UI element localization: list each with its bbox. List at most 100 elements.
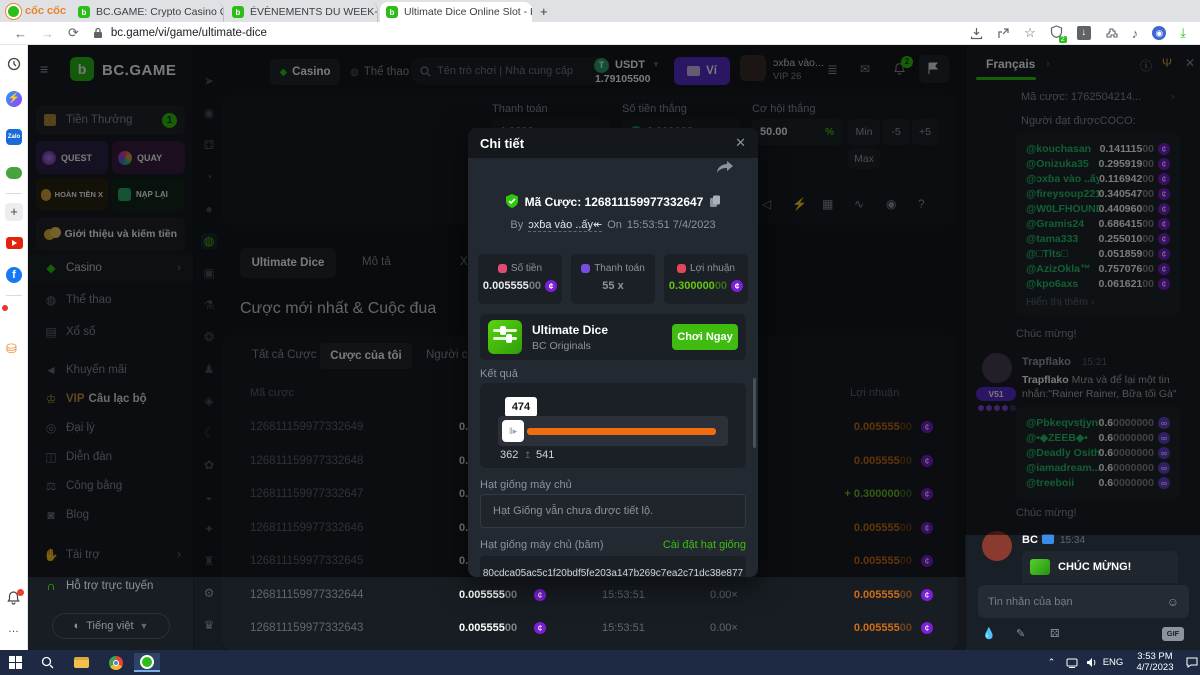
bet-meta-row: By ɔxɓa vào ..ấy↞ On 15:53:51 7/4/2023 <box>468 218 758 232</box>
range-high: 541 <box>536 449 555 461</box>
emoji-icon[interactable]: ☺ <box>1167 595 1179 609</box>
youtube-icon[interactable] <box>6 237 23 249</box>
browser-tab-bar: cốc cốc b BC.GAME: Crypto Casino Gam ✕ b… <box>0 0 1200 22</box>
divider <box>6 193 22 194</box>
bookmark-star-icon[interactable]: ☆ <box>1024 25 1036 41</box>
divider <box>6 295 22 296</box>
game-name: Ultimate Dice <box>532 322 609 337</box>
red-dot-badge <box>17 589 24 596</box>
bot-icon <box>1042 534 1054 544</box>
taskbar-search-icon[interactable] <box>38 653 57 672</box>
chat-input-box[interactable]: ☺ <box>978 585 1189 618</box>
coccoc-brand[interactable]: cốc cốc <box>6 2 66 20</box>
chat-avatar[interactable] <box>982 531 1012 561</box>
facebook-icon[interactable]: f <box>6 267 22 283</box>
bet-amount: 0.00555500 <box>459 588 518 601</box>
congrats-message-card[interactable]: CHÚC MỪNG! <box>1022 551 1178 583</box>
bet-multiplier: 0.00× <box>710 622 738 634</box>
modal-close-icon[interactable]: ✕ <box>735 135 746 151</box>
result-slider-handle[interactable]: ‖▸ <box>502 420 524 442</box>
windows-taskbar: ⌃ ENG 3:53 PM 4/7/2023 <box>0 650 1200 675</box>
seed-hash-box: 80cdca05ac5c1f20bdf5fe203a147b269c7ea2c7… <box>480 556 746 577</box>
bcgame-favicon: b <box>232 6 244 18</box>
congrats-title: CHÚC MỪNG! <box>1058 561 1132 573</box>
new-tab-button[interactable]: + <box>540 4 548 19</box>
rain-drop-icon[interactable]: 💧 <box>982 627 996 640</box>
modal-backdrop[interactable] <box>965 45 1200 535</box>
share-arrow-icon[interactable] <box>716 160 734 174</box>
seed-hash-label: Hạt giống máy chủ (băm) <box>480 539 604 551</box>
music-note-icon[interactable]: ♪ <box>1132 26 1139 41</box>
coccoc-download-icon[interactable]: ⤓ <box>1180 25 1186 41</box>
language-indicator[interactable]: ENG <box>1100 653 1126 672</box>
chat-msg-time: 15:34 <box>1060 535 1086 546</box>
chrome-icon[interactable] <box>106 653 125 672</box>
bet-user-link[interactable]: ɔxɓa vào ..ấy↞ <box>528 218 603 232</box>
bet-id-value: Mã Cược: 126811159977332647 <box>524 194 704 209</box>
gif-button[interactable]: GIF <box>1162 627 1184 641</box>
headset-icon: ∩ <box>46 579 56 593</box>
bet-profit: 0.00555500 <box>853 622 912 634</box>
clock[interactable]: 3:53 PM 4/7/2023 <box>1131 651 1179 674</box>
zalo-icon[interactable]: Zalo <box>6 129 22 145</box>
profile-avatar-icon[interactable]: ◉ <box>1152 26 1167 40</box>
game-shortcut-icon[interactable]: ⚙ <box>201 585 217 601</box>
language-selector[interactable]: ◐ Tiếng việt ▼ <box>52 613 170 639</box>
extensions-puzzle-icon[interactable] <box>1105 27 1118 40</box>
tray-chevron-icon[interactable]: ⌃ <box>1042 653 1061 672</box>
padlock-icon[interactable] <box>93 27 103 39</box>
server-seed-box: Hạt Giống vẫn chưa được tiết lộ. <box>480 494 746 528</box>
url-text[interactable]: bc.game/vi/game/ultimate-dice <box>111 27 267 39</box>
stat-payout: Thanh toán 55 x <box>571 254 655 304</box>
seed-settings-link[interactable]: Cài đặt hạt giống <box>663 539 746 551</box>
play-now-label: Chơi Ngay <box>677 331 733 343</box>
bcgame-favicon: b <box>386 6 398 18</box>
start-button[interactable] <box>6 653 25 672</box>
download-box-icon[interactable]: ↓ <box>1076 26 1091 40</box>
share-icon[interactable] <box>997 27 1010 40</box>
coccoc-taskbar-icon[interactable] <box>134 653 160 672</box>
volume-icon[interactable] <box>1082 653 1101 672</box>
adblock-shield-icon[interactable]: 2 <box>1050 25 1067 43</box>
range-low: 362 <box>500 449 519 461</box>
copy-icon[interactable] <box>709 195 721 208</box>
bet-table-row[interactable]: 126811159977332643 0.00555500 ¢ 15:53:51 0.0… <box>222 618 957 642</box>
back-icon[interactable]: ← <box>14 26 27 41</box>
modal-scrollbar[interactable] <box>753 378 756 448</box>
browser-tab-1[interactable]: b BC.GAME: Crypto Casino Gam ✕ <box>72 2 224 22</box>
game-shortcut-icon[interactable]: ♛ <box>201 617 217 633</box>
forward-icon[interactable]: → <box>41 26 54 41</box>
reload-icon[interactable]: ⟳ <box>68 25 79 41</box>
browser-tab-active[interactable]: b Ultimate Dice Online Slot - P ✕ <box>380 2 532 22</box>
language-label: Tiếng việt <box>86 620 134 632</box>
globe-icon: ◐ <box>73 620 81 632</box>
game-card: Ultimate Dice BC Originals Chơi Ngay <box>480 314 746 360</box>
messenger-icon[interactable]: ⚡ <box>6 91 22 107</box>
rules-pen-icon[interactable]: ✎ <box>1016 627 1025 640</box>
more-menu-icon[interactable]: … <box>8 623 20 635</box>
dice-icon[interactable]: ⚄ <box>1050 627 1060 640</box>
shopping-cart-icon[interactable]: ⛁ <box>6 341 17 357</box>
network-icon[interactable] <box>1062 653 1081 672</box>
file-explorer-icon[interactable] <box>72 653 91 672</box>
chat-input[interactable] <box>988 595 1153 608</box>
history-icon[interactable] <box>7 57 21 71</box>
shield-badge: 2 <box>1058 36 1067 43</box>
notification-bell-icon[interactable] <box>6 589 24 608</box>
bet-id-row: Mã Cược: 126811159977332647 <box>468 194 758 209</box>
add-shortcut-button[interactable]: + <box>5 203 23 221</box>
save-page-icon[interactable] <box>970 27 983 40</box>
card-icon <box>581 264 591 273</box>
browser-tab-2[interactable]: b ÉVÈNEMENTS DU WEEK-END ✕ <box>226 2 378 22</box>
browser-url-bar: ← → ⟳ bc.game/vi/game/ultimate-dice ☆ 2 … <box>0 22 1200 45</box>
play-now-button[interactable]: Chơi Ngay <box>672 324 738 350</box>
bet-table-row[interactable]: 126811159977332644 0.00555500 ¢ 15:53:51 0.0… <box>222 585 957 609</box>
coin-icon: ¢ <box>921 622 933 634</box>
game-provider[interactable]: BC Originals <box>532 340 608 352</box>
nav-label: Hỗ trợ trực tuyến <box>66 580 154 592</box>
action-center-icon[interactable] <box>1182 653 1200 672</box>
stat-amount: Số tiền 0.00555500 ¢ <box>478 254 562 304</box>
result-card: 474 ‖▸ 362 ↥ 541 <box>480 383 746 468</box>
bet-multiplier: 0.00× <box>710 588 738 601</box>
gamepad-icon[interactable] <box>6 167 22 179</box>
